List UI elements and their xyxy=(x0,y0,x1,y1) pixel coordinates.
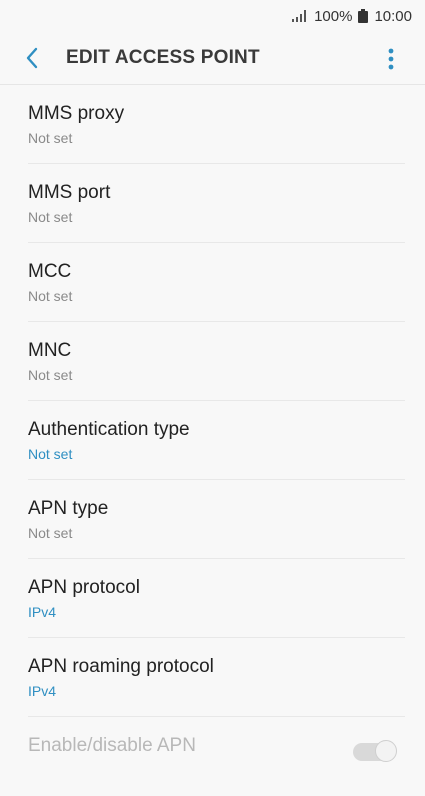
setting-value: Not set xyxy=(28,209,73,225)
page-title: EDIT ACCESS POINT xyxy=(66,47,260,68)
more-options-button[interactable] xyxy=(379,46,403,72)
setting-title: MMS proxy xyxy=(28,103,125,124)
chevron-left-icon xyxy=(26,47,38,69)
app-bar: EDIT ACCESS POINT xyxy=(0,32,425,85)
setting-mms-proxy[interactable]: MMS proxy Not set xyxy=(28,85,405,164)
back-button[interactable] xyxy=(18,46,46,70)
apn-toggle[interactable] xyxy=(353,740,397,762)
toggle-knob xyxy=(375,740,397,762)
setting-mcc[interactable]: MCC Not set xyxy=(28,243,405,322)
settings-list: MMS proxy Not set MMS port Not set MCC N… xyxy=(0,85,425,796)
setting-authentication-type[interactable]: Authentication type Not set xyxy=(28,401,405,480)
setting-value: Not set xyxy=(28,446,73,462)
setting-value: IPv4 xyxy=(28,683,57,699)
battery-icon xyxy=(358,9,369,23)
setting-value: IPv4 xyxy=(28,604,57,620)
setting-value: Not set xyxy=(28,367,73,383)
setting-apn-roaming-protocol[interactable]: APN roaming protocol IPv4 xyxy=(28,638,405,717)
setting-apn-type[interactable]: APN type Not set xyxy=(28,480,405,559)
setting-title: APN type xyxy=(28,498,109,519)
setting-title: APN roaming protocol xyxy=(28,656,214,677)
setting-mms-port[interactable]: MMS port Not set xyxy=(28,164,405,243)
setting-value: Not set xyxy=(28,288,73,304)
setting-title: Enable/disable APN xyxy=(28,735,196,756)
setting-title: Authentication type xyxy=(28,419,190,440)
setting-value: Not set xyxy=(28,525,73,541)
setting-title: MNC xyxy=(28,340,72,361)
setting-mnc[interactable]: MNC Not set xyxy=(28,322,405,401)
clock: 10:00 xyxy=(374,7,412,25)
setting-title: MMS port xyxy=(28,182,111,203)
setting-enable-disable-apn[interactable]: Enable/disable APN xyxy=(28,717,405,796)
more-vert-icon xyxy=(388,48,394,70)
setting-apn-protocol[interactable]: APN protocol IPv4 xyxy=(28,559,405,638)
signal-icon xyxy=(292,10,307,22)
status-bar: 100% 10:00 xyxy=(0,0,425,32)
setting-title: MCC xyxy=(28,261,72,282)
setting-title: APN protocol xyxy=(28,577,140,598)
setting-value: Not set xyxy=(28,130,73,146)
battery-percent: 100% xyxy=(314,7,353,25)
